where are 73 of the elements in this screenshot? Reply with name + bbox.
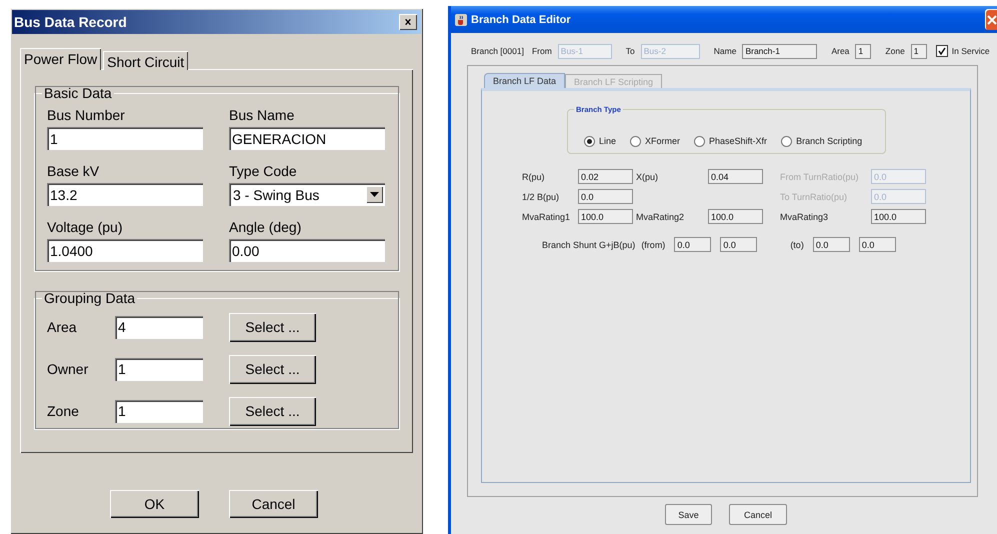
dialog-button[interactable]: Cancel — [729, 504, 787, 525]
tab[interactable]: Power Flow — [20, 48, 102, 70]
input-field[interactable]: 100.0 — [708, 209, 763, 224]
input-field[interactable]: 0.0 — [858, 237, 896, 252]
input-field[interactable]: 1 — [47, 127, 203, 150]
input-field[interactable]: 0.0 — [578, 189, 633, 204]
input-field[interactable]: 1 — [855, 44, 872, 58]
field-label: (from) — [641, 240, 666, 250]
radio-button[interactable]: PhaseShift-Xfr — [694, 129, 768, 153]
field-label: From — [532, 46, 552, 56]
input-field[interactable]: 0.0 — [674, 237, 712, 252]
field-label: Area — [831, 46, 850, 56]
field-label: (to) — [790, 240, 804, 250]
field-label: Voltage (pu) — [47, 219, 124, 236]
group-title: Grouping Data — [43, 290, 136, 306]
window-title: Branch Data Editor — [471, 14, 572, 26]
field-label: Area — [47, 319, 78, 335]
select-button[interactable]: Select ... — [229, 396, 316, 426]
branch-id-label: Branch [0001] — [471, 46, 524, 56]
close-icon — [405, 18, 411, 26]
field-label: Type Code — [229, 163, 298, 180]
input-field[interactable]: 1.0400 — [47, 239, 203, 262]
field-label: Angle (deg) — [229, 219, 302, 236]
radio-button[interactable]: Branch Scripting — [781, 129, 862, 153]
field-label: To — [626, 46, 635, 56]
field-label: Bus Number — [47, 107, 126, 124]
field-label: Zone — [47, 403, 80, 419]
field-label: Branch Shunt G+jB(pu) — [542, 240, 636, 250]
input-field[interactable]: 0.0 — [812, 237, 850, 252]
group-title: Basic Data — [43, 85, 113, 101]
select-button[interactable]: Select ... — [229, 312, 316, 342]
java-cup-icon — [455, 14, 467, 26]
radio-button[interactable]: Line — [584, 129, 616, 153]
field-label: 1/2 B(pu) — [522, 192, 560, 202]
select-button[interactable]: Select ... — [229, 354, 316, 384]
field-label: R(pu) — [522, 172, 546, 182]
field-label: Zone — [885, 46, 905, 56]
field-label: From TurnRatio(pu) — [780, 172, 860, 182]
dialog-button[interactable]: OK — [110, 490, 199, 518]
field-label: Owner — [47, 361, 90, 377]
tab[interactable]: Short Circuit — [103, 51, 188, 70]
input-field[interactable]: 1 — [115, 400, 203, 422]
field-label: Name — [714, 46, 736, 56]
radio-button[interactable]: XFormer — [630, 129, 680, 153]
close-icon — [987, 14, 997, 24]
input-field[interactable]: 0.04 — [708, 169, 763, 184]
tab[interactable]: Branch LF Data — [484, 73, 566, 88]
input-field[interactable]: 1 — [910, 44, 927, 58]
input-field[interactable]: 1 — [115, 358, 203, 380]
checkbox[interactable] — [936, 45, 948, 57]
window-title: Bus Data Record — [14, 14, 128, 30]
field-label: X(pu) — [636, 172, 660, 182]
input-field[interactable]: 13.2 — [47, 183, 203, 206]
input-field[interactable]: 100.0 — [871, 209, 926, 224]
field-label: To TurnRatio(pu) — [780, 192, 848, 202]
field-label: MvaRating3 — [780, 212, 830, 222]
input-field[interactable]: 100.0 — [578, 209, 633, 224]
caret-icon — [366, 186, 383, 203]
dropdown[interactable]: 3 - Swing Bus — [229, 183, 385, 206]
checkbox-label: In Service — [952, 46, 990, 56]
field-label: MvaRating1 — [522, 212, 572, 222]
field-label: Bus Name — [229, 107, 296, 124]
input-field[interactable]: GENERACION — [229, 127, 385, 150]
dialog-button[interactable]: Cancel — [229, 490, 318, 518]
input-field[interactable]: Branch-1 — [742, 44, 818, 58]
field-label: Base kV — [47, 163, 100, 180]
input-field[interactable]: 0.02 — [578, 169, 633, 184]
dialog-button[interactable]: Save — [665, 504, 712, 525]
close-button[interactable] — [399, 14, 417, 30]
field-label: MvaRating2 — [636, 212, 686, 222]
input-field[interactable]: 4 — [115, 316, 203, 338]
input-field[interactable]: 0.0 — [720, 237, 758, 252]
input-field[interactable]: 0.00 — [229, 239, 385, 262]
